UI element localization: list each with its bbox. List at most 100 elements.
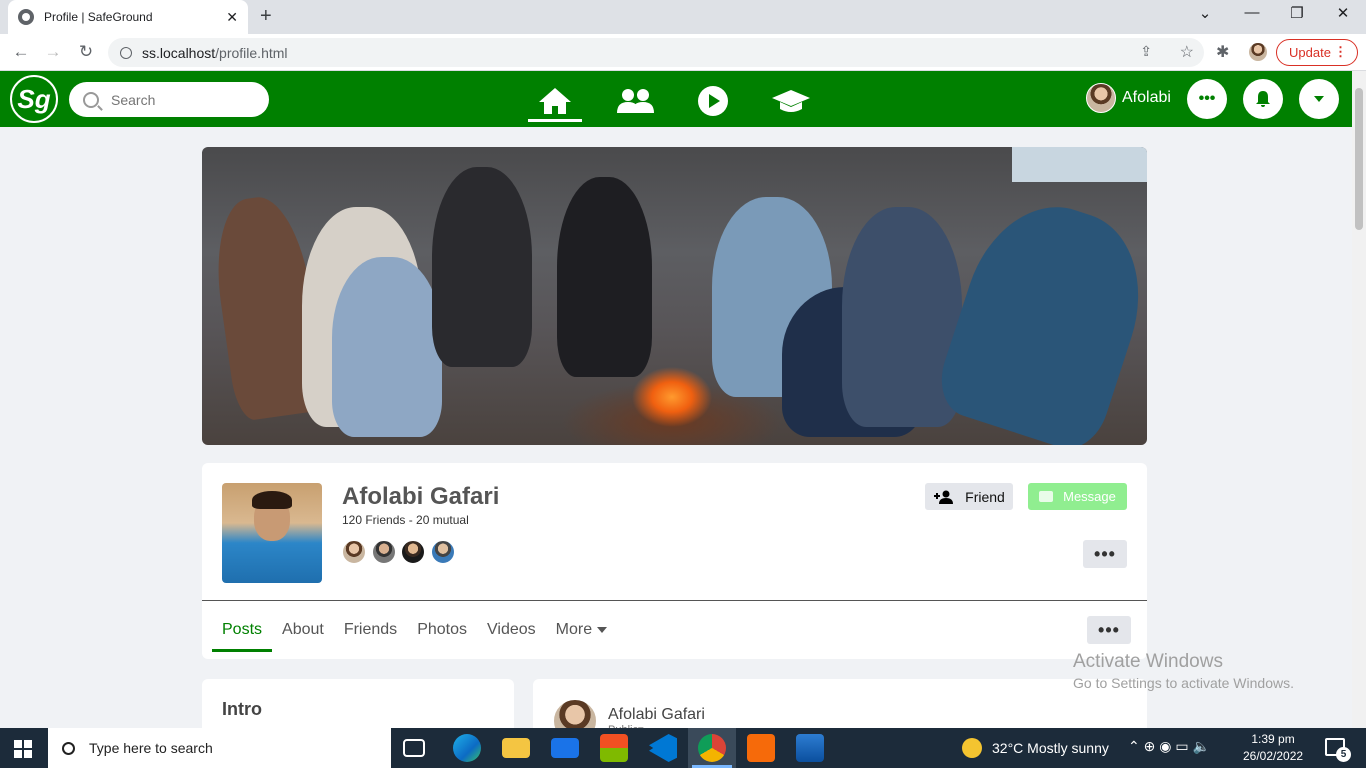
store-icon[interactable] (600, 734, 628, 762)
friends-count[interactable]: 120 Friends - 20 mutual (342, 513, 469, 527)
message-icon (1039, 491, 1054, 502)
logo[interactable]: Sg (10, 75, 58, 123)
weather-widget[interactable]: 32°C Mostly sunny (962, 738, 1109, 758)
minimize-button[interactable]: — (1237, 4, 1267, 21)
message-button[interactable]: Message (1028, 483, 1127, 510)
play-icon (698, 86, 728, 116)
new-tab-button[interactable]: + (260, 5, 272, 28)
tab-more[interactable]: More (546, 613, 617, 652)
dots-icon: ••• (1098, 619, 1120, 640)
intro-title: Intro (222, 699, 262, 719)
forward-icon[interactable]: → (42, 42, 64, 62)
bell-icon (1256, 91, 1270, 107)
photos-icon[interactable] (796, 734, 824, 762)
system-tray[interactable]: ⌃ ⊕ ◉ ▭ 🔈 (1128, 738, 1210, 755)
add-friend-icon (934, 490, 954, 504)
watermark-line2: Go to Settings to activate Windows. (1073, 675, 1294, 691)
search-input[interactable] (111, 91, 241, 108)
chrome-icon[interactable] (698, 734, 726, 762)
menu-button[interactable]: ••• (1187, 79, 1227, 119)
extensions-icon[interactable]: ✱ (1216, 42, 1229, 62)
xampp-icon[interactable] (747, 734, 775, 762)
tray-icons: ⌃ ⊕ ◉ ▭ 🔈 (1128, 738, 1210, 754)
notifications-icon[interactable]: 5 (1325, 738, 1351, 762)
notifications-button[interactable] (1243, 79, 1283, 119)
user-name: Afolabi (1122, 89, 1171, 106)
divider (202, 600, 1147, 601)
tab-videos[interactable]: Videos (477, 613, 546, 652)
avatar (1086, 83, 1116, 113)
app-navbar: Sg Afolabi ••• (0, 71, 1352, 127)
browser-tab-bar: Profile | SafeGround ✕ + ⌄ — ❐ ✕ (0, 0, 1366, 34)
vscode-icon[interactable] (649, 734, 677, 762)
share-icon[interactable]: ⇪ (1140, 43, 1152, 60)
search-icon (83, 91, 99, 108)
tab-photos[interactable]: Photos (407, 613, 477, 652)
back-icon[interactable]: ← (10, 42, 32, 62)
tab-title: Profile | SafeGround (44, 10, 153, 24)
site-info-icon[interactable] (120, 46, 132, 59)
date: 26/02/2022 (1243, 749, 1304, 763)
close-window-button[interactable]: ✕ (1328, 4, 1358, 22)
watermark-line1: Activate Windows (1073, 651, 1223, 672)
tab-friends[interactable]: Friends (334, 613, 407, 652)
clock[interactable]: 1:39 pm 26/02/2022 (1243, 731, 1303, 765)
url-field[interactable]: ss.localhost/profile.html ⇪ ☆ (108, 38, 1204, 67)
task-view-icon[interactable] (403, 739, 425, 757)
reload-icon[interactable]: ↻ (75, 42, 97, 62)
profile-options-button[interactable]: ••• (1083, 540, 1127, 568)
user-chip[interactable]: Afolabi (1086, 83, 1171, 113)
friends-nav-button[interactable] (608, 81, 662, 121)
windows-start-icon[interactable] (14, 740, 32, 758)
tab-more-label: More (555, 621, 593, 638)
post-author-name[interactable]: Afolabi Gafari (608, 706, 705, 724)
menu-dots-icon: ⋮ (1334, 44, 1347, 59)
close-tab-icon[interactable]: ✕ (226, 9, 238, 26)
mutual-friend-avatar[interactable] (372, 540, 396, 564)
home-nav-button[interactable] (528, 81, 582, 121)
activation-watermark: Activate Windows Go to Settings to activ… (1073, 651, 1294, 691)
tab-posts[interactable]: Posts (212, 613, 273, 652)
dots-icon: ••• (1198, 90, 1216, 107)
restore-button[interactable]: ❐ (1282, 4, 1312, 22)
mutual-friend-avatar[interactable] (342, 540, 366, 564)
tabs-options-button[interactable]: ••• (1087, 616, 1131, 644)
browser-tab[interactable]: Profile | SafeGround ✕ (8, 0, 248, 34)
file-explorer-icon[interactable] (502, 738, 530, 758)
users-icon (617, 89, 654, 113)
url-host: ss.localhost (142, 44, 216, 61)
bookmark-star-icon[interactable]: ☆ (1180, 42, 1194, 62)
profile-picture[interactable] (222, 483, 322, 583)
learn-nav-button[interactable] (764, 81, 818, 121)
taskbar: Type here to search 32°C Mostly sunny ⌃ … (0, 728, 1366, 768)
profile-tabs: Posts About Friends Photos Videos More (212, 613, 617, 652)
message-button-label: Message (1063, 489, 1116, 504)
mutual-friend-avatar[interactable] (431, 540, 455, 564)
taskbar-search[interactable]: Type here to search (48, 728, 391, 768)
weather-sun-icon (962, 738, 982, 758)
notification-count: 5 (1336, 747, 1351, 762)
dots-icon: ••• (1094, 543, 1116, 564)
update-button[interactable]: Update ⋮ (1276, 39, 1358, 66)
profile-avatar[interactable] (1248, 42, 1268, 62)
search-box[interactable] (69, 82, 269, 117)
graduation-cap-icon (772, 90, 810, 112)
edge-icon[interactable] (453, 734, 481, 762)
active-nav-indicator (528, 119, 582, 122)
caret-down-icon (597, 626, 608, 633)
mutual-friend-avatar[interactable] (401, 540, 425, 564)
tab-about[interactable]: About (272, 613, 334, 652)
account-dropdown-button[interactable] (1299, 79, 1339, 119)
scrollbar-thumb[interactable] (1355, 88, 1363, 230)
cover-photo (202, 147, 1147, 445)
friend-button-label: Friend (965, 488, 1005, 505)
profile-card: Afolabi Gafari 120 Friends - 20 mutual F… (202, 463, 1147, 659)
mail-icon[interactable] (551, 738, 579, 758)
friend-button[interactable]: Friend (925, 483, 1013, 510)
globe-icon (18, 9, 34, 25)
tab-search-icon[interactable]: ⌄ (1190, 4, 1220, 22)
taskbar-search-placeholder: Type here to search (89, 740, 213, 756)
url-path: /profile.html (215, 44, 288, 61)
page-scrollbar[interactable] (1352, 71, 1366, 728)
watch-nav-button[interactable] (686, 81, 740, 121)
